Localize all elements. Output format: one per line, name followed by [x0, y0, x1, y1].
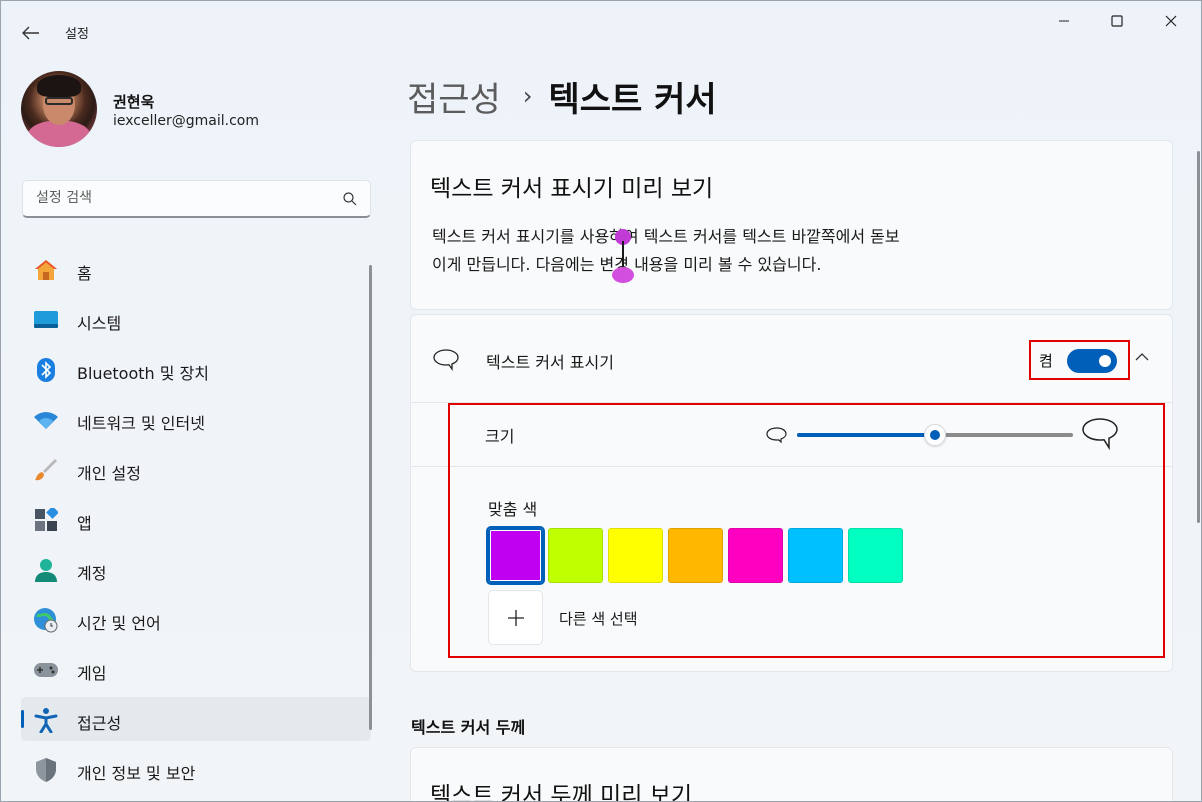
system-icon [33, 307, 59, 333]
large-indicator-icon [1082, 418, 1118, 450]
sidebar-item-label: 네트워크 및 인터넷 [77, 414, 205, 433]
gamepad-icon [33, 657, 59, 683]
sidebar-item-time-language[interactable]: 시간 및 언어 [21, 597, 371, 641]
sidebar-item-apps[interactable]: 앱 [21, 497, 371, 541]
bluetooth-icon [33, 357, 59, 383]
preview-line-1: 텍스트 커서 표시기를 사용하여 텍스트 커서를 텍스트 바깥쪽에서 돋보 [432, 227, 900, 246]
thickness-preview-title: 텍스트 커서 두께 미리 보기 [430, 783, 693, 802]
plus-icon [507, 609, 524, 626]
breadcrumb-parent[interactable]: 접근성 [407, 72, 501, 121]
color-swatch[interactable] [728, 528, 783, 583]
breadcrumb-separator-icon: › [522, 82, 533, 110]
maximize-button[interactable] [1089, 3, 1145, 39]
sidebar-item-label: 앱 [77, 514, 92, 533]
search-icon[interactable] [342, 191, 358, 207]
title-bar: 설정 [1, 1, 1201, 49]
account-icon [33, 557, 59, 583]
apps-icon [33, 507, 59, 533]
sidebar-item-personalization[interactable]: 개인 설정 [21, 447, 371, 491]
preview-line-2: 이게 만듭니다. 다음에는 변경 내용을 미리 볼 수 있습니다. [432, 255, 822, 274]
text-cursor-indicator-preview [612, 229, 634, 285]
sidebar-item-home[interactable]: 홈 [21, 247, 371, 291]
sidebar-item-label: 계정 [77, 564, 107, 583]
profile-name: 권현욱 [113, 93, 155, 111]
sidebar-item-label: 홈 [77, 264, 92, 283]
cursor-indicator-label: 텍스트 커서 표시기 [486, 353, 614, 372]
main-scrollbar[interactable] [1197, 151, 1200, 523]
color-swatch[interactable] [788, 528, 843, 583]
sidebar-item-gaming[interactable]: 게임 [21, 647, 371, 691]
home-icon [33, 257, 59, 283]
sidebar-item-bluetooth[interactable]: Bluetooth 및 장치 [21, 347, 371, 391]
search-input[interactable] [23, 181, 333, 215]
size-label: 크기 [485, 427, 515, 446]
color-swatch[interactable] [848, 528, 903, 583]
cursor-indicator-row[interactable]: 텍스트 커서 표시기 켬 [411, 315, 1172, 403]
close-button[interactable] [1143, 3, 1199, 39]
arrow-left-icon [22, 26, 39, 40]
color-swatch[interactable] [668, 528, 723, 583]
preview-description: 텍스트 커서 표시기를 사용하여 텍스트 커서를 텍스트 바깥쪽에서 돋보 이게… [432, 223, 1012, 279]
sidebar-item-label: Bluetooth 및 장치 [77, 364, 210, 383]
breadcrumb: 접근성 › 텍스트 커서 [407, 71, 717, 121]
settings-window: 설정 권현욱 iexceller@gmail.com 설정 검색 홈 시스템 B… [0, 0, 1202, 802]
color-swatch[interactable] [608, 528, 663, 583]
globe-clock-icon [33, 607, 59, 633]
search-box [22, 180, 371, 218]
small-indicator-icon [766, 427, 787, 444]
slider-fill [797, 433, 935, 437]
color-swatches [488, 528, 908, 583]
sidebar-item-label: 시간 및 언어 [77, 614, 161, 633]
sidebar-item-privacy[interactable]: 개인 정보 및 보안 [21, 747, 371, 791]
sidebar-item-accessibility[interactable]: 접근성 [21, 697, 371, 741]
profile-email: iexceller@gmail.com [113, 113, 259, 129]
toggle-highlight-box: 켬 [1029, 340, 1130, 380]
page-title: 텍스트 커서 [548, 79, 717, 120]
size-slider[interactable] [797, 424, 1073, 446]
sidebar-item-label: 접근성 [77, 714, 122, 733]
slider-thumb[interactable] [924, 424, 946, 446]
back-button[interactable] [13, 15, 49, 51]
size-row: 크기 [411, 404, 1172, 467]
user-profile[interactable]: 권현욱 iexceller@gmail.com [21, 71, 361, 147]
avatar [21, 71, 97, 147]
add-color-button[interactable] [488, 590, 543, 645]
maximize-icon [1111, 15, 1123, 27]
cursor-indicator-card: 텍스트 커서 표시기 켬 크기 맞춤 색 다른 색 선택 [410, 314, 1173, 672]
chevron-up-icon[interactable] [1134, 351, 1150, 363]
toggle-state-label: 켬 [1039, 352, 1053, 370]
cursor-indicator-toggle[interactable] [1067, 349, 1117, 373]
cursor-indicator-icon [433, 349, 459, 371]
thickness-section-header: 텍스트 커서 두께 [411, 718, 526, 737]
toggle-knob [1099, 355, 1111, 367]
sidebar-scrollbar[interactable] [369, 265, 372, 730]
sidebar-nav: 홈 시스템 Bluetooth 및 장치 네트워크 및 인터넷 개인 설정 앱 … [21, 247, 371, 797]
shield-icon [33, 757, 59, 783]
app-title: 설정 [65, 27, 89, 42]
sidebar-item-label: 개인 설정 [77, 464, 141, 483]
preview-card: 텍스트 커서 표시기 미리 보기 텍스트 커서 표시기를 사용하여 텍스트 커서… [410, 140, 1173, 310]
custom-color-label: 맞춤 색 [488, 500, 538, 519]
sidebar-item-network[interactable]: 네트워크 및 인터넷 [21, 397, 371, 441]
minimize-button[interactable] [1036, 3, 1092, 39]
minimize-icon [1059, 20, 1069, 22]
wifi-icon [33, 407, 59, 433]
sidebar-item-label: 게임 [77, 664, 107, 683]
sidebar-item-accounts[interactable]: 계정 [21, 547, 371, 591]
custom-color-section: 맞춤 색 다른 색 선택 [411, 468, 1172, 672]
brush-icon [33, 457, 59, 483]
sidebar-item-system[interactable]: 시스템 [21, 297, 371, 341]
sidebar-item-label: 시스템 [77, 314, 122, 333]
thickness-preview-card: 텍스트 커서 두께 미리 보기 [410, 747, 1173, 802]
color-swatch[interactable] [548, 528, 603, 583]
preview-title: 텍스트 커서 표시기 미리 보기 [430, 176, 714, 202]
sidebar-item-label: 개인 정보 및 보안 [77, 764, 196, 783]
color-swatch[interactable] [488, 528, 543, 583]
close-icon [1165, 15, 1177, 27]
add-color-label: 다른 색 선택 [559, 610, 638, 628]
accessibility-icon [33, 707, 59, 733]
